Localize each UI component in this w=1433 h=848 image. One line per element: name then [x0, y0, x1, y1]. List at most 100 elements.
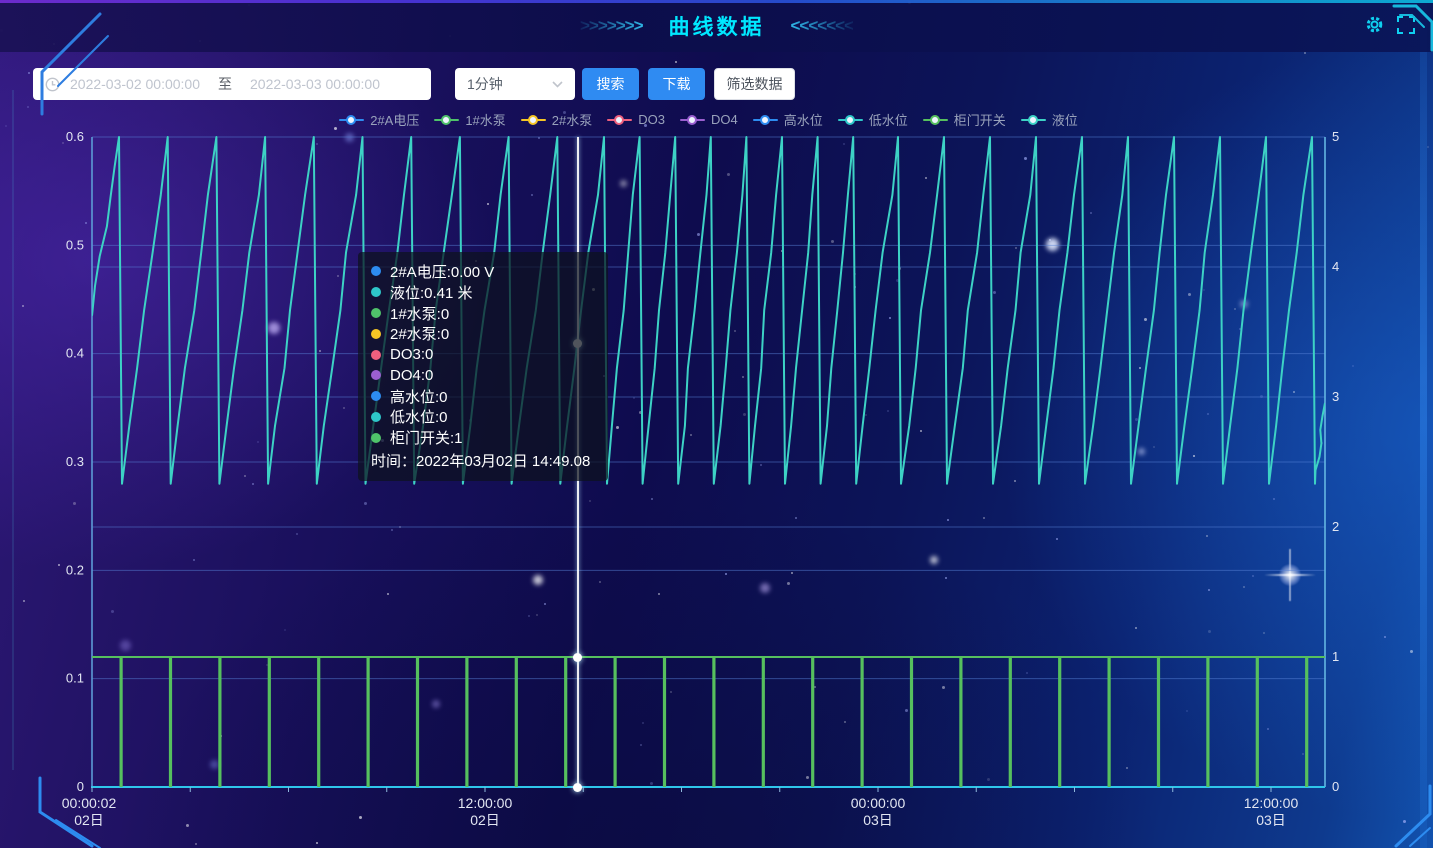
title-wrap: >>>>>>> 曲线数据 <<<<<<<	[0, 0, 1433, 52]
legend-marker-ring	[528, 115, 538, 125]
series-color-dot	[371, 433, 381, 443]
tooltip-row-text: DO4:0	[390, 367, 433, 384]
page-title: 曲线数据	[669, 11, 765, 41]
search-button[interactable]: 搜索	[582, 68, 639, 100]
svg-text:03日: 03日	[1256, 812, 1286, 828]
tooltip-row: 液位:0.41 米	[371, 282, 595, 303]
legend-marker-icon	[521, 119, 546, 121]
svg-text:12:00:00: 12:00:00	[1244, 795, 1299, 811]
tooltip-row: 低水位:0	[371, 407, 595, 428]
tooltip-row: 柜门开关:1	[371, 427, 595, 448]
svg-text:12:00:00: 12:00:00	[458, 795, 513, 811]
series-color-dot	[371, 391, 381, 401]
date-range-input[interactable]: 2022-03-02 00:00:00 至 2022-03-03 00:00:0…	[33, 68, 431, 100]
legend-item-label: 液位	[1052, 110, 1078, 129]
chart-legend: 2#A电压 1#水泵 2#水泵 DO3 DO4 高水位 低水位 柜门开关 液位	[92, 110, 1325, 129]
tooltip-row-text: DO3:0	[390, 346, 433, 363]
series-color-dot	[371, 412, 381, 422]
svg-text:03日: 03日	[863, 812, 893, 828]
series-color-dot	[371, 329, 381, 339]
legend-item[interactable]: 低水位	[838, 110, 908, 129]
svg-text:4: 4	[1332, 259, 1339, 274]
legend-marker-ring	[687, 115, 697, 125]
interval-select[interactable]: 1分钟	[455, 68, 575, 100]
legend-item-label: DO3	[638, 112, 665, 127]
svg-text:0.4: 0.4	[66, 346, 84, 361]
tooltip-row: DO3:0	[371, 344, 595, 365]
clock-icon	[45, 77, 60, 92]
legend-item[interactable]: 液位	[1021, 110, 1078, 129]
legend-item[interactable]: 柜门开关	[923, 110, 1006, 129]
tooltip-row: DO4:0	[371, 365, 595, 386]
legend-item[interactable]: 2#水泵	[521, 110, 592, 129]
legend-item[interactable]: 1#水泵	[434, 110, 505, 129]
date-end-value[interactable]: 2022-03-03 00:00:00	[250, 76, 380, 92]
legend-item-label: 2#水泵	[552, 110, 592, 129]
tooltip-row: 2#A电压:0.00 V	[371, 261, 595, 282]
header-bar: >>>>>>> 曲线数据 <<<<<<<	[0, 0, 1433, 52]
chart-axes	[91, 137, 1325, 792]
tooltip-row-text: 液位:0.41 米	[390, 282, 473, 303]
legend-item[interactable]: DO4	[680, 112, 738, 127]
svg-text:00:00:02: 00:00:02	[62, 795, 117, 811]
title-chevrons-left: >>>>>>>	[580, 16, 643, 36]
download-button[interactable]: 下载	[648, 68, 705, 100]
legend-marker-icon	[1021, 119, 1046, 121]
legend-marker-ring	[614, 115, 624, 125]
tooltip-row: 高水位:0	[371, 386, 595, 407]
svg-text:02日: 02日	[74, 812, 104, 828]
crosshair-point-axis	[573, 783, 582, 792]
dashboard-root: >>>>>>> 曲线数据 <<<<<<< 2022-03-02 00:00:00…	[0, 0, 1433, 848]
legend-marker-ring	[346, 115, 356, 125]
series-color-dot	[371, 287, 381, 297]
filter-data-button[interactable]: 筛选数据	[714, 68, 795, 100]
legend-marker-ring	[1028, 115, 1038, 125]
tooltip-row: 2#水泵:0	[371, 323, 595, 344]
fullscreen-icon[interactable]	[1397, 16, 1415, 34]
svg-text:0.5: 0.5	[66, 237, 84, 252]
tooltip-row-text: 1#水泵:0	[390, 303, 449, 324]
chart-tooltip: 2#A电压:0.00 V液位:0.41 米1#水泵:02#水泵:0 DO3:0 DO…	[358, 252, 608, 481]
legend-marker-icon	[753, 119, 778, 121]
date-start-value[interactable]: 2022-03-02 00:00:00	[70, 76, 200, 92]
series-liquid-level	[92, 137, 1325, 484]
legend-marker-icon	[434, 119, 459, 121]
legend-item-label: 高水位	[784, 110, 823, 129]
tooltip-row-text: 低水位:0	[390, 406, 448, 427]
tooltip-row-text: 高水位:0	[390, 386, 448, 407]
series-color-dot	[371, 350, 381, 360]
legend-item-label: DO4	[711, 112, 738, 127]
legend-marker-ring	[441, 115, 451, 125]
legend-item-label: 低水位	[869, 110, 908, 129]
svg-text:2: 2	[1332, 519, 1339, 534]
settings-gear-icon[interactable]	[1365, 15, 1384, 34]
series-color-dot	[371, 308, 381, 318]
frame-top-strip	[0, 0, 1433, 3]
legend-marker-ring	[845, 115, 855, 125]
svg-text:0.3: 0.3	[66, 454, 84, 469]
legend-item-label: 1#水泵	[465, 110, 505, 129]
svg-text:0.6: 0.6	[66, 129, 84, 144]
title-chevrons-right: <<<<<<<	[791, 16, 854, 36]
svg-text:0: 0	[1332, 779, 1339, 794]
tooltip-row: 1#水泵:0	[371, 303, 595, 324]
tooltip-rows: 2#A电压:0.00 V液位:0.41 米1#水泵:02#水泵:0 DO3:0 DO…	[371, 261, 595, 448]
legend-marker-icon	[923, 119, 948, 121]
legend-item[interactable]: DO3	[607, 112, 665, 127]
legend-item[interactable]: 高水位	[753, 110, 823, 129]
legend-marker-ring	[760, 115, 770, 125]
series-door-switch	[92, 657, 1325, 786]
tooltip-time: 时间：2022年03月02日 14:49.08	[371, 451, 595, 472]
tooltip-row-text: 2#水泵:0	[390, 323, 449, 344]
svg-text:00:00:00: 00:00:00	[851, 795, 906, 811]
interval-selected-value: 1分钟	[467, 74, 503, 94]
legend-marker-icon	[339, 119, 364, 121]
legend-item-label: 柜门开关	[954, 110, 1006, 129]
legend-marker-icon	[838, 119, 863, 121]
svg-text:1: 1	[1332, 649, 1339, 664]
legend-item[interactable]: 2#A电压	[339, 110, 419, 129]
crosshair-point-door-switch	[573, 653, 582, 662]
series-color-dot	[371, 266, 381, 276]
header-icons	[1365, 15, 1415, 34]
legend-marker-icon	[680, 119, 705, 121]
